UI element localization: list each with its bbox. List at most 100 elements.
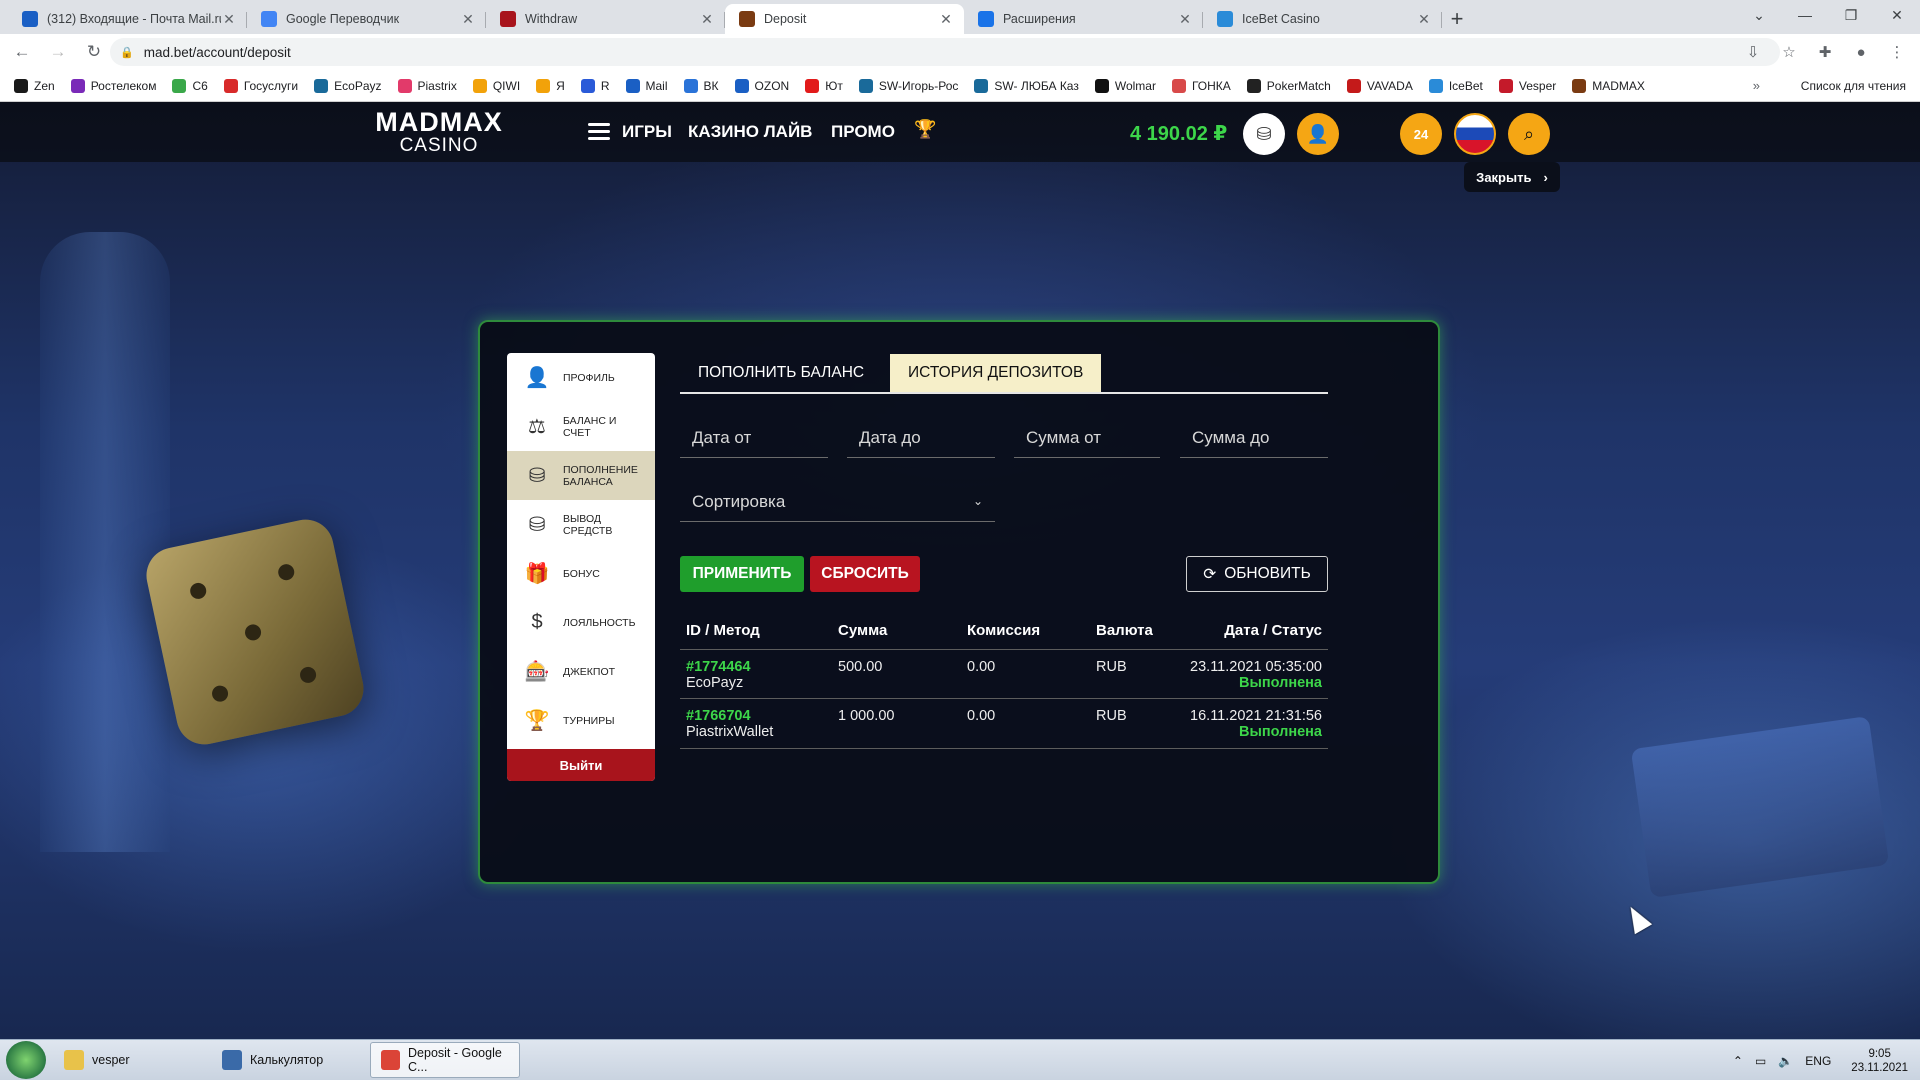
nav-promo[interactable]: ПРОМО xyxy=(831,122,895,142)
start-button[interactable] xyxy=(6,1041,46,1079)
bookmark-item[interactable]: Wolmar xyxy=(1094,78,1156,93)
bookmark-item[interactable]: Mail xyxy=(625,78,668,93)
bookmarks-more-button[interactable]: » xyxy=(1753,78,1760,93)
extensions-icon[interactable]: ✚ xyxy=(1812,38,1838,66)
date-to-input[interactable]: Дата до xyxy=(847,418,995,458)
close-tab-icon[interactable]: ✕ xyxy=(938,11,954,28)
profile-avatar[interactable]: ● xyxy=(1848,38,1874,66)
bookmark-item[interactable]: SW- ЛЮБА Каз xyxy=(974,78,1079,93)
install-icon[interactable]: ⇩ xyxy=(1740,38,1766,66)
bookmark-item[interactable]: R xyxy=(580,78,610,93)
browser-tab[interactable]: IceBet Casino ✕ xyxy=(1203,4,1442,34)
support-24-icon[interactable]: 24 xyxy=(1400,113,1442,155)
trophy-icon[interactable]: 🏆 xyxy=(914,119,936,140)
back-icon[interactable]: ← xyxy=(8,38,36,66)
slot-machine-icon: 🎰 xyxy=(524,661,550,683)
forward-icon[interactable]: → xyxy=(44,38,72,66)
bookmark-item[interactable]: QIWI xyxy=(472,78,520,93)
logout-button[interactable]: Выйти xyxy=(507,749,655,781)
wallet-icon[interactable]: ⛁ xyxy=(1243,113,1285,155)
bookmark-item[interactable]: Vesper xyxy=(1498,78,1556,93)
bookmark-item[interactable]: Госуслуги xyxy=(223,78,298,93)
sidebar-item[interactable]: $ ЛОЯЛЬНОСТЬ xyxy=(507,598,655,647)
sum-to-input[interactable]: Сумма до xyxy=(1180,418,1328,458)
refresh-button[interactable]: ⟳ ОБНОВИТЬ xyxy=(1186,556,1328,592)
cell-currency: RUB xyxy=(1096,659,1127,675)
bookmark-item[interactable]: Я xyxy=(536,78,565,93)
star-icon[interactable]: ☆ xyxy=(1776,38,1802,66)
taskbar-app[interactable]: Deposit - Google C... xyxy=(370,1042,520,1078)
reset-button[interactable]: СБРОСИТЬ xyxy=(810,556,920,592)
tab-top-up[interactable]: ПОПОЛНИТЬ БАЛАНС xyxy=(680,354,882,392)
apply-button[interactable]: ПРИМЕНИТЬ xyxy=(680,556,804,592)
browser-tab[interactable]: Google Переводчик ✕ xyxy=(247,4,486,34)
mouse-cursor xyxy=(1621,901,1653,935)
bookmark-item[interactable]: ГОНКА xyxy=(1171,78,1231,93)
bookmark-item[interactable]: IceBet xyxy=(1428,78,1483,93)
bookmark-item[interactable]: Piastrix xyxy=(397,78,457,93)
nav-games[interactable]: ИГРЫ xyxy=(622,122,672,142)
bookmark-item[interactable]: Ростелеком xyxy=(70,78,157,93)
menu-icon[interactable]: ⋮ xyxy=(1884,38,1910,66)
tab-title: (312) Входящие - Почта Mail.ru xyxy=(47,12,221,26)
tab-deposit-history[interactable]: ИСТОРИЯ ДЕПОЗИТОВ xyxy=(890,354,1102,392)
bookmark-item[interactable]: VAVADA xyxy=(1346,78,1413,93)
reload-icon[interactable]: ↻ xyxy=(80,38,108,66)
clock[interactable]: 9:05 23.11.2021 xyxy=(1851,1047,1908,1075)
url-input[interactable]: 🔒 mad.bet/account/deposit xyxy=(110,38,1780,66)
sort-select[interactable]: Сортировка ⌄ xyxy=(680,482,995,522)
tray-arrow-icon[interactable]: ⌃ xyxy=(1733,1054,1743,1068)
sum-from-input[interactable]: Сумма от xyxy=(1014,418,1160,458)
bookmark-item[interactable]: PokerMatch xyxy=(1246,78,1331,93)
sidebar-item[interactable]: ⛁ ВЫВОД СРЕДСТВ xyxy=(507,500,655,549)
bookmark-item[interactable]: SW-Игорь-Рос xyxy=(858,78,958,93)
network-icon[interactable]: ▭ xyxy=(1755,1054,1766,1068)
close-window-button[interactable]: ✕ xyxy=(1874,0,1920,30)
sidebar-item[interactable]: 🎁 БОНУС xyxy=(507,549,655,598)
close-tab-icon[interactable]: ✕ xyxy=(221,11,237,28)
minimize-button[interactable]: — xyxy=(1782,0,1828,30)
bookmark-label: VAVADA xyxy=(1366,78,1413,93)
close-tab-icon[interactable]: ✕ xyxy=(460,11,476,28)
browser-tab[interactable]: (312) Входящие - Почта Mail.ru ✕ xyxy=(8,4,247,34)
browser-tab[interactable]: Withdraw ✕ xyxy=(486,4,725,34)
deposit-id-link[interactable]: #1766704 xyxy=(686,708,773,724)
browser-tab[interactable]: Deposit ✕ xyxy=(725,4,964,34)
bookmark-item[interactable]: ВК xyxy=(683,78,719,93)
date-from-input[interactable]: Дата от xyxy=(680,418,828,458)
sidebar-item[interactable]: 👤 ПРОФИЛЬ xyxy=(507,353,655,402)
sidebar-item[interactable]: ⚖ БАЛАНС И СЧЕТ xyxy=(507,402,655,451)
bookmark-item[interactable]: C6 xyxy=(172,78,208,93)
sidebar-item[interactable]: ⛁ ПОПОЛНЕНИЕ БАЛАНСА xyxy=(507,451,655,500)
browser-tab[interactable]: Расширения ✕ xyxy=(964,4,1203,34)
new-tab-button[interactable]: + xyxy=(1442,4,1472,34)
volume-icon[interactable]: 🔈 xyxy=(1778,1054,1793,1068)
site-logo[interactable]: MADMAX CASINO xyxy=(370,108,508,156)
tab-search-icon[interactable]: ⌄ xyxy=(1736,0,1782,30)
col-id-method: ID / Метод xyxy=(686,622,760,639)
bookmark-label: Ростелеком xyxy=(90,78,157,93)
bookmark-item[interactable]: OZON xyxy=(734,78,789,93)
nav-live-casino[interactable]: КАЗИНО ЛАЙВ xyxy=(688,122,812,142)
menu-burger-icon[interactable] xyxy=(588,123,610,141)
bookmark-item[interactable]: EcoPayz xyxy=(314,78,382,93)
bookmark-item[interactable]: MADMAX xyxy=(1572,78,1645,93)
search-icon[interactable]: ⌕ xyxy=(1508,113,1550,155)
bookmark-icon xyxy=(580,78,595,93)
close-tab-icon[interactable]: ✕ xyxy=(699,11,715,28)
sidebar-item[interactable]: 🎰 ДЖЕКПОТ xyxy=(507,647,655,696)
close-tab-icon[interactable]: ✕ xyxy=(1177,11,1193,28)
language-indicator[interactable]: ENG xyxy=(1805,1054,1831,1068)
bookmark-item[interactable]: Ют xyxy=(805,78,843,93)
reading-list-button[interactable]: Список для чтения xyxy=(1801,79,1906,93)
deposit-id-link[interactable]: #1774464 xyxy=(686,659,751,675)
flag-russia-icon[interactable] xyxy=(1454,113,1496,155)
taskbar-app[interactable]: Калькулятор xyxy=(212,1042,362,1078)
maximize-button[interactable]: ❐ xyxy=(1828,0,1874,30)
bookmark-item[interactable]: Zen xyxy=(14,78,55,93)
close-button[interactable]: Закрыть › xyxy=(1464,162,1560,192)
user-icon[interactable]: 👤 xyxy=(1297,113,1339,155)
sidebar-item[interactable]: 🏆 ТУРНИРЫ xyxy=(507,696,655,745)
close-tab-icon[interactable]: ✕ xyxy=(1416,11,1432,28)
taskbar-app[interactable]: vesper xyxy=(54,1042,204,1078)
